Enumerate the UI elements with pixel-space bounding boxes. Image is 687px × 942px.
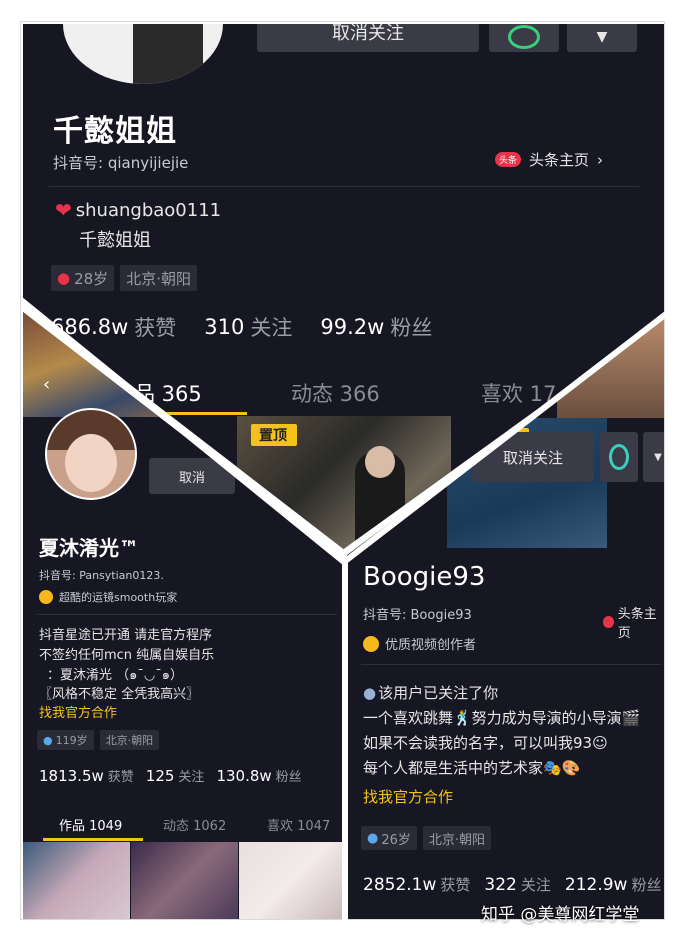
watermark: 知乎 @美尊网红学堂: [481, 905, 640, 925]
collage-divider-lines: [21, 297, 666, 921]
collage-frame: 取消关注 ▼ 千懿姐姐 抖音号: qianyijiejie 头条 头条主页 › …: [20, 21, 666, 925]
